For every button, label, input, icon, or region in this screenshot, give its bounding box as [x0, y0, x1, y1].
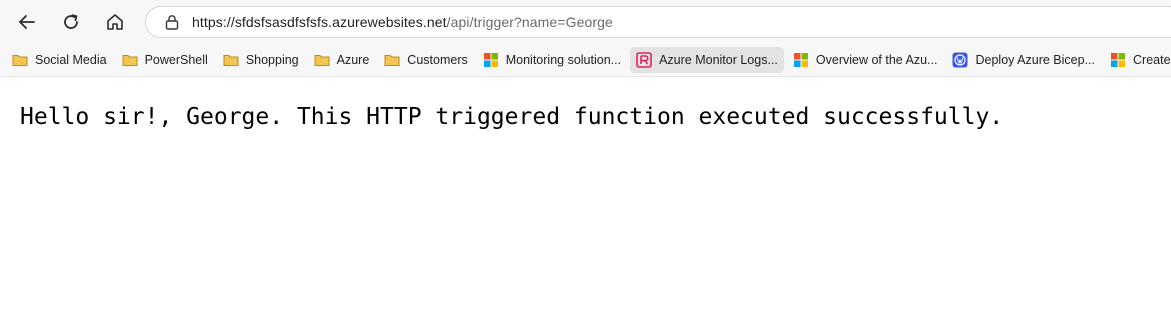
microsoft-logo-icon	[1111, 53, 1125, 67]
wordpress-icon	[952, 52, 968, 68]
browser-chrome: https://sfdsfsasdfsfsfs.azurewebsites.ne…	[0, 0, 1171, 77]
browser-toolbar: https://sfdsfsasdfsfsfs.azurewebsites.ne…	[0, 0, 1171, 44]
bookmark-powershell[interactable]: PowerShell	[116, 47, 214, 73]
folder-icon	[314, 55, 330, 66]
bookmark-deploy-azure-bicep[interactable]: Deploy Azure Bicep...	[946, 47, 1101, 73]
bookmarks-bar: Social Media PowerShell Shopping Azure C…	[0, 44, 1171, 76]
folder-icon	[223, 55, 239, 66]
home-icon	[105, 12, 125, 32]
bookmark-monitoring-solution[interactable]: Monitoring solution...	[477, 47, 627, 73]
refresh-button[interactable]	[56, 7, 86, 37]
bookmark-label: Create diagr	[1133, 53, 1171, 67]
bookmark-label: PowerShell	[144, 53, 208, 67]
microsoft-logo-icon	[483, 53, 498, 67]
bookmark-label: Azure Monitor Logs...	[659, 53, 778, 67]
bookmark-label: Social Media	[35, 53, 107, 67]
bookmark-create-diagram[interactable]: Create diagr	[1104, 47, 1171, 73]
bookmark-label: Overview of the Azu...	[815, 53, 938, 67]
page-content: Hello sir!, George. This HTTP triggered …	[0, 77, 1171, 310]
url-host: https://sfdsfsasdfsfsfs.azurewebsites.ne…	[192, 14, 447, 30]
microsoft-logo-icon	[793, 53, 808, 67]
bookmark-label: Azure	[336, 53, 370, 67]
home-button[interactable]	[100, 7, 130, 37]
bookmark-label: Deploy Azure Bicep...	[975, 53, 1095, 67]
bookmark-label: Monitoring solution...	[505, 53, 622, 67]
lock-icon[interactable]	[164, 14, 180, 30]
url-text[interactable]: https://sfdsfsasdfsfsfs.azurewebsites.ne…	[192, 14, 613, 30]
bookmark-shopping[interactable]: Shopping	[217, 47, 305, 73]
bookmark-label: Customers	[407, 53, 468, 67]
bookmark-azure[interactable]: Azure	[308, 47, 376, 73]
bookmark-label: Shopping	[245, 53, 299, 67]
refresh-icon	[61, 12, 81, 32]
folder-icon	[384, 55, 400, 66]
back-button[interactable]	[12, 7, 42, 37]
bookmark-overview-azure[interactable]: Overview of the Azu...	[787, 47, 944, 73]
address-bar[interactable]: https://sfdsfsasdfsfsfs.azurewebsites.ne…	[145, 6, 1171, 38]
folder-icon	[122, 55, 138, 66]
back-arrow-icon	[17, 12, 37, 32]
azure-monitor-logs-icon	[636, 52, 652, 68]
bookmark-azure-monitor-logs[interactable]: Azure Monitor Logs...	[630, 47, 784, 73]
folder-icon	[12, 55, 28, 66]
url-path: /api/trigger?name=George	[446, 14, 613, 30]
bookmark-social-media[interactable]: Social Media	[6, 47, 113, 73]
response-message: Hello sir!, George. This HTTP triggered …	[20, 104, 1004, 130]
bookmark-customers[interactable]: Customers	[378, 47, 473, 73]
